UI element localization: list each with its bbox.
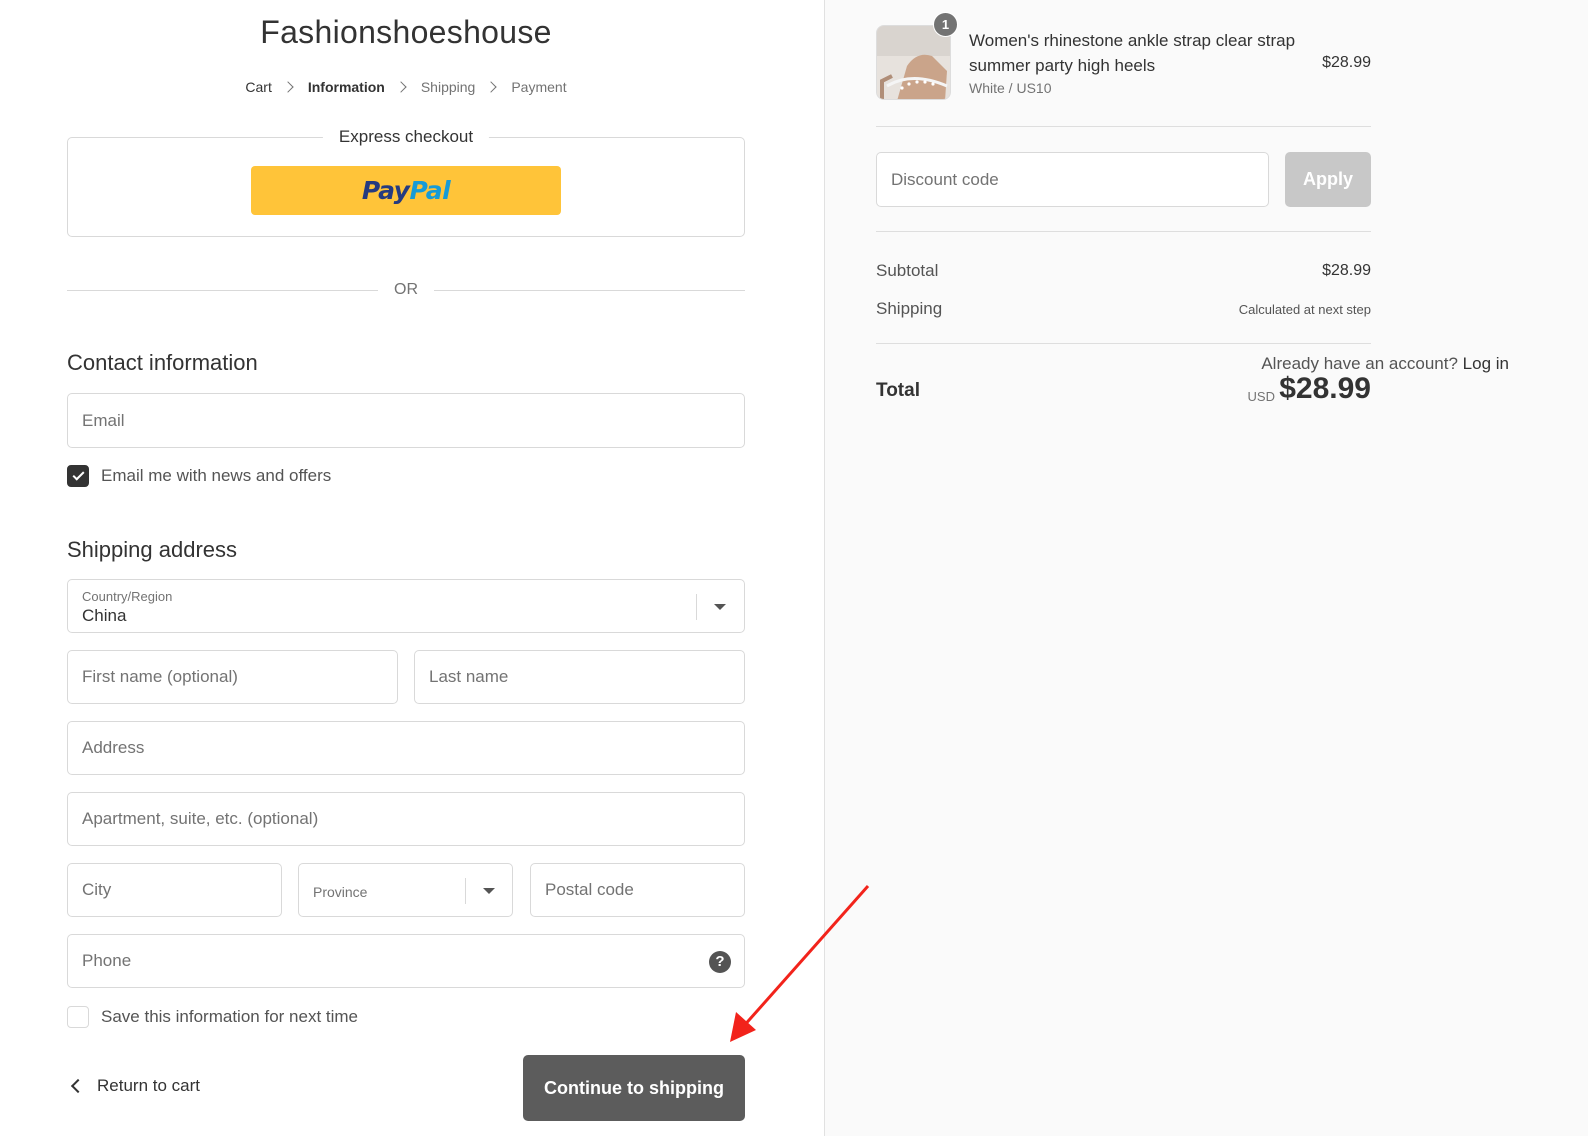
login-link[interactable]: Log in [1463, 354, 1509, 373]
phone-field[interactable]: ? [67, 934, 745, 988]
news-offers-checkbox[interactable] [67, 465, 89, 487]
postal-code-field[interactable] [530, 863, 745, 917]
last-name-field[interactable] [414, 650, 745, 704]
postal-code-input[interactable] [531, 864, 744, 916]
account-prompt: Already have an account? Log in [1261, 354, 1509, 373]
product-thumbnail [876, 25, 951, 100]
save-info-label: Save this information for next time [101, 1007, 359, 1026]
last-name-input[interactable] [415, 651, 744, 703]
phone-input[interactable] [68, 935, 744, 987]
express-checkout-label: Express checkout [322, 127, 490, 147]
quantity-badge: 1 [933, 12, 958, 37]
apply-discount-button[interactable]: Apply [1285, 152, 1371, 207]
news-offers-checkbox-row[interactable]: Email me with news and offers [67, 465, 331, 487]
first-name-input[interactable] [68, 651, 397, 703]
country-label: Country/Region [82, 589, 173, 604]
product-price: $28.99 [1322, 54, 1371, 71]
chevron-right-icon [282, 81, 294, 93]
email-input[interactable] [68, 394, 744, 447]
total-value: $28.99 [1279, 372, 1371, 405]
checkmark-icon [71, 468, 85, 481]
contact-title: Contact information [67, 350, 258, 375]
product-name: Women's rhinestone ankle strap clear str… [969, 31, 1296, 75]
caret-down-icon [483, 888, 495, 894]
chevron-right-icon [485, 81, 498, 93]
breadcrumb-shipping: Shipping [420, 79, 476, 96]
product-image [877, 26, 950, 99]
save-info-checkbox-row[interactable]: Save this information for next time [67, 1006, 358, 1028]
city-input[interactable] [68, 864, 281, 916]
country-value: China [82, 606, 127, 625]
express-checkout-box: Express checkout PayPal [67, 127, 745, 237]
city-field[interactable] [67, 863, 282, 917]
subtotal-label: Subtotal [876, 261, 939, 280]
total-label: Total [876, 380, 920, 401]
paypal-button[interactable]: PayPal [251, 166, 561, 215]
address-input[interactable] [68, 722, 744, 774]
annotation-arrow-icon [730, 885, 870, 1042]
or-text: OR [394, 281, 418, 298]
address-field[interactable] [67, 721, 745, 775]
subtotal-value: $28.99 [1322, 262, 1371, 279]
province-select[interactable]: Province [298, 863, 513, 917]
continue-to-shipping-button[interactable]: Continue to shipping [523, 1055, 745, 1121]
discount-code-input[interactable] [877, 153, 1268, 206]
breadcrumb-payment: Payment [511, 79, 567, 96]
country-select[interactable]: Country/Region China [67, 579, 745, 633]
store-name[interactable]: Fashionshoeshouse [67, 14, 745, 51]
total-currency: USD [1247, 389, 1275, 404]
province-placeholder: Province [313, 884, 368, 900]
apartment-input[interactable] [68, 793, 744, 845]
breadcrumb-cart[interactable]: Cart [245, 79, 271, 95]
chevron-left-icon [70, 1078, 86, 1094]
shipping-title: Shipping address [67, 537, 238, 562]
product-variant: White / US10 [969, 80, 1052, 96]
news-offers-label: Email me with news and offers [101, 466, 332, 485]
or-divider: OR [67, 280, 745, 302]
shipping-value: Calculated at next step [1238, 302, 1371, 317]
save-info-checkbox[interactable] [67, 1006, 89, 1028]
paypal-logo: PayPal [361, 176, 451, 205]
chevron-right-icon [395, 81, 407, 93]
breadcrumb-information: Information [307, 79, 385, 96]
return-to-cart-label: Return to cart [97, 1076, 200, 1095]
email-field[interactable] [67, 393, 745, 448]
breadcrumb: Cart Information Shipping Payment [67, 78, 745, 95]
shipping-label: Shipping [876, 299, 943, 318]
caret-down-icon [714, 604, 726, 610]
apartment-field[interactable] [67, 792, 745, 846]
discount-code-field[interactable] [876, 152, 1269, 207]
first-name-field[interactable] [67, 650, 398, 704]
return-to-cart-link[interactable]: Return to cart [67, 1076, 200, 1096]
